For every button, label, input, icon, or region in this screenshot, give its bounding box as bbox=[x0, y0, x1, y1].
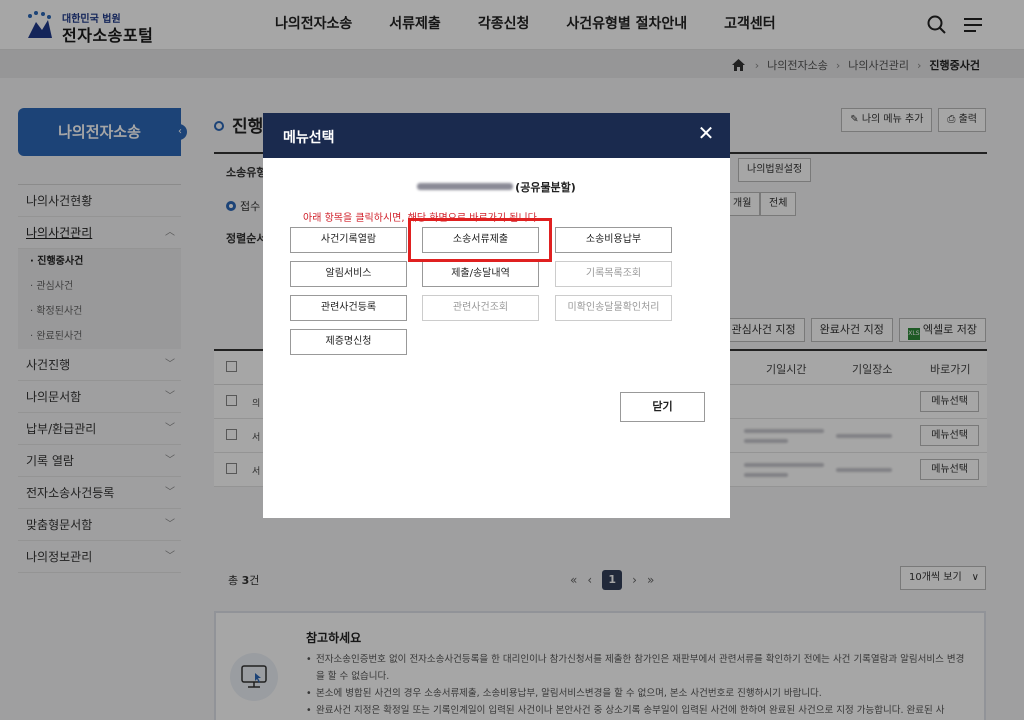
record-list-button: 기록목록조회 bbox=[555, 261, 672, 287]
menu-select-modal: 메뉴선택 ✕ (공유물분할) 아래 항목을 클릭하시면, 해당 화면으로 바로가… bbox=[263, 113, 730, 518]
modal-header: 메뉴선택 ✕ bbox=[263, 113, 730, 158]
blurred-case-number bbox=[417, 183, 514, 190]
certificate-request-button[interactable]: 제증명신청 bbox=[290, 329, 407, 355]
related-case-lookup-button: 관련사건조회 bbox=[422, 295, 539, 321]
record-view-button[interactable]: 사건기록열람 bbox=[290, 227, 407, 253]
delivery-history-button[interactable]: 제출/송달내역 bbox=[422, 261, 539, 287]
unconfirmed-delivery-button: 미확인송달물확인처리 bbox=[555, 295, 672, 321]
modal-title: 메뉴선택 bbox=[283, 130, 335, 146]
case-name: (공유물분할) bbox=[263, 179, 730, 195]
modal-close-button[interactable]: 닫기 bbox=[620, 392, 705, 422]
highlight-box bbox=[408, 218, 552, 262]
close-icon[interactable]: ✕ bbox=[696, 123, 716, 143]
pay-costs-button[interactable]: 소송비용납부 bbox=[555, 227, 672, 253]
notification-service-button[interactable]: 알림서비스 bbox=[290, 261, 407, 287]
case-type: (공유물분할) bbox=[515, 181, 576, 194]
register-related-case-button[interactable]: 관련사건등록 bbox=[290, 295, 407, 321]
